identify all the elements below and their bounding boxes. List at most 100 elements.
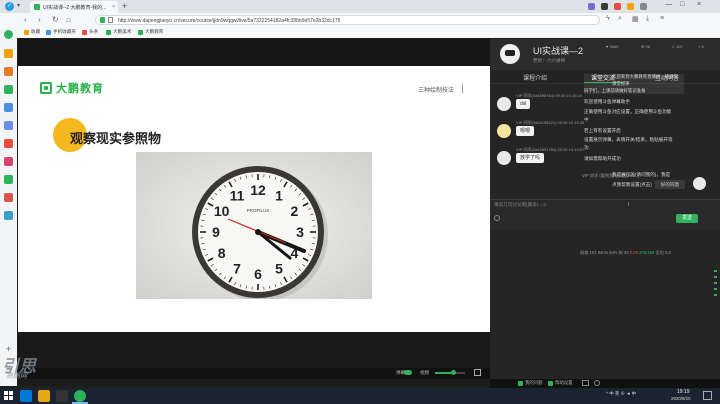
sidebar-chat-icon[interactable] [4, 85, 13, 94]
gift-count: ▪ 5 [699, 44, 704, 49]
windows-start-icon[interactable] [4, 391, 14, 401]
bolt-icon[interactable]: ϟ [606, 15, 610, 22]
taskbar-browser-icon[interactable] [74, 390, 86, 402]
sidebar-shop-icon[interactable] [4, 139, 13, 148]
bookmark-dapeng-art[interactable]: 大鹏美术 [106, 29, 131, 35]
news-icon [82, 29, 87, 35]
network-status: 网络 101 94ms 64% 帧 30 0.05 375/196 丢包 0.0 [580, 250, 671, 255]
more-icon[interactable]: ≡ [660, 15, 664, 22]
clock-number: 10 [214, 203, 230, 219]
message-bubble: dsl [516, 99, 531, 109]
tab-close-icon[interactable]: × [112, 4, 115, 10]
tab-course-intro[interactable]: 课程介绍 [523, 73, 547, 82]
sidebar-game-icon[interactable] [4, 67, 13, 76]
menu-icon[interactable] [640, 3, 647, 10]
close-window-button[interactable]: × [697, 1, 701, 8]
chat-input[interactable]: 来说几句讨论吧(最多) ...0 [494, 202, 546, 208]
volume-label: 视频 [420, 370, 430, 375]
download-icon[interactable]: ⤓ [646, 15, 649, 23]
maximize-button[interactable]: □ [680, 1, 684, 8]
tab-favicon-icon [34, 4, 40, 10]
sidebar-mail-icon[interactable] [4, 121, 13, 130]
bookmark-mobile[interactable]: 手机收藏夹 [46, 29, 76, 35]
sidebar-music-icon[interactable] [4, 157, 13, 166]
user-avatar [497, 151, 511, 165]
secure-lock-icon [100, 17, 105, 23]
chat-header [490, 39, 720, 70]
taskbar-app-icon[interactable] [56, 390, 68, 402]
shield-icon[interactable] [627, 3, 634, 10]
slide-header-divider [462, 84, 463, 93]
system-message: 功 [584, 145, 589, 150]
clock-number: 1 [275, 188, 283, 204]
chat-icon[interactable] [582, 380, 589, 386]
browser-menu-chevron-icon[interactable]: ▾ [17, 2, 20, 9]
teacher-name: 老师：六六讲师 [533, 58, 566, 63]
volume-slider-fill [435, 372, 451, 374]
clock-number: 5 [275, 260, 283, 276]
reply-avatar [693, 177, 706, 190]
emoji-icon[interactable] [494, 215, 500, 221]
fullscreen-icon[interactable] [474, 369, 481, 376]
clock-center [255, 229, 261, 235]
user-avatar [497, 124, 511, 138]
slide-logo-text: 大鹏教育 [56, 83, 104, 95]
slide-title: 观察现实参照物 [70, 131, 162, 146]
sidebar-weibo-icon[interactable] [4, 193, 13, 202]
browser-logo-icon[interactable]: ✓ [5, 2, 14, 11]
forward-arrow-icon[interactable]: › [38, 15, 41, 24]
taskbar-app-icon[interactable] [20, 390, 32, 402]
phone-icon [46, 29, 51, 35]
address-bar[interactable]: http://www.dapengjiaoyu.cn/secure/course… [95, 15, 600, 25]
taskbar-time[interactable]: 19:19 [677, 389, 690, 395]
settings-icon[interactable] [594, 380, 600, 386]
help-settings-button[interactable]: 帮助设置 [548, 380, 573, 386]
my-questions-button[interactable]: 我的问题 [518, 380, 543, 386]
clock-photo: 12 1 2 3 4 5 6 7 8 9 10 11 PROFILUS [136, 152, 372, 301]
player-bottom-area [18, 332, 490, 368]
new-tab-button[interactable]: + [122, 1, 127, 11]
watermark-text: 高鹏网 [6, 373, 27, 380]
system-message: 请如需帮助开成功 [584, 156, 621, 161]
system-message: 设置展示弹幕，表情开关/结果，粘贴展开等 [584, 137, 673, 142]
clock-number: 7 [233, 260, 241, 276]
sidebar-home-icon[interactable] [4, 30, 13, 39]
system-tray[interactable]: ^ 中 英 ⊕ ◄ 中 [606, 391, 636, 397]
volume-slider-knob[interactable] [451, 370, 456, 375]
home-icon[interactable]: ⌂ [66, 15, 71, 24]
notification-icon[interactable] [703, 391, 712, 400]
clock-number: 11 [230, 188, 245, 204]
sidebar-video-icon[interactable] [4, 103, 13, 112]
sidebar-app-icon[interactable] [4, 175, 13, 184]
extension-icon[interactable] [588, 3, 595, 10]
sidebar-star-icon[interactable] [4, 49, 13, 58]
user-avatar [497, 97, 511, 111]
grid-icon[interactable]: ▦ [632, 15, 639, 23]
reply-line: 点我帮我设置(点击) [612, 182, 652, 187]
back-arrow-icon[interactable]: ‹ [24, 15, 27, 24]
minimize-button[interactable]: — [665, 1, 672, 8]
notice-line: 欢迎来到大鹏教育直播间，请遵守 [612, 74, 678, 79]
clock-number: 6 [254, 266, 262, 282]
bookmark-dapeng-edu[interactable]: 大鹏教育 [138, 29, 163, 35]
bookmark-favorites[interactable]: 收藏 [24, 29, 40, 35]
user-icon[interactable] [601, 3, 608, 10]
teacher-avatar [500, 44, 520, 64]
system-message: 正确使用斗鱼对应设置，正确使用斗鱼功能 [584, 109, 672, 114]
taskbar-date[interactable]: 2020/9/20 [671, 396, 691, 401]
danmaku-toggle[interactable] [404, 370, 412, 375]
page-info-icon[interactable] [108, 17, 113, 23]
sidebar-tool-icon[interactable] [4, 211, 13, 220]
search-icon[interactable]: ⌕ [618, 15, 622, 23]
taskbar-folder-icon[interactable] [38, 390, 50, 402]
reload-icon[interactable]: ↻ [52, 15, 59, 24]
mail-icon[interactable] [614, 3, 621, 10]
panel-scrollbar[interactable] [714, 270, 717, 310]
bookmark-toutiao[interactable]: 头条 [82, 29, 98, 35]
browser-tab[interactable]: UI实战课--2 大鹏教育-我的... × [30, 1, 118, 13]
clock-illustration: 12 1234567891011 PROFILUS [136, 152, 372, 301]
clock-number: 8 [218, 245, 226, 261]
system-message: 若上有有设置开启 [584, 128, 621, 133]
reply-line: 我是展示的(请问我的)，我是 [612, 172, 671, 177]
send-button[interactable]: 发送 [676, 214, 698, 223]
